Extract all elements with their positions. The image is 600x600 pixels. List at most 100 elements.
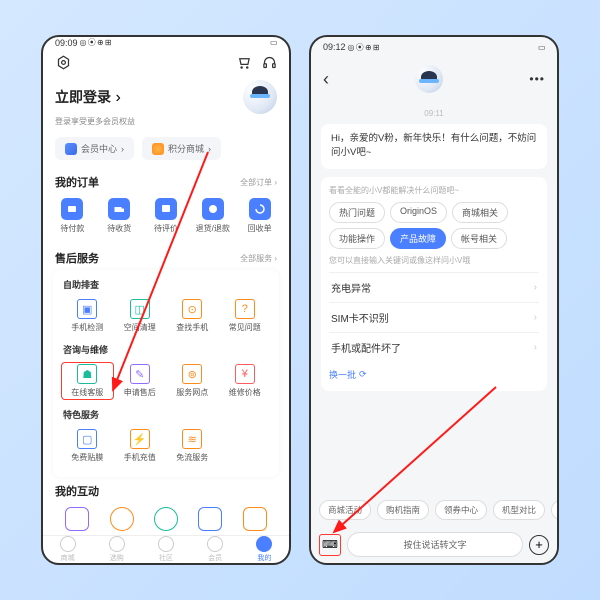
nav-shop[interactable]: 商城 <box>60 536 76 563</box>
chevron-right-icon: › <box>534 312 537 323</box>
item-phone-check[interactable]: ▣手机检测 <box>61 297 114 335</box>
chevron-right-icon: › <box>534 342 537 353</box>
tag-function[interactable]: 功能操作 <box>329 228 385 249</box>
interact-item-2[interactable] <box>110 507 134 531</box>
member-chips: 会员中心› 积分商城› <box>43 133 289 168</box>
interact-title: 我的互动 <box>55 483 99 499</box>
aftersale-card: 自助排查 ▣手机检测 ◫空间清理 ⊙查找手机 ?常见问题 咨询与维修 ☗在线客服… <box>53 270 279 477</box>
order-pending-review[interactable]: 待评价 <box>143 196 190 236</box>
phone-right: 09:12◎ ⦿ ⊕ ⊞ ▭ ‹ ••• 09:11 Hi，亲爱的V粉，新年快乐… <box>309 35 559 565</box>
suggest-row[interactable]: 商城活动 购机指南 领券中心 机型对比 以 <box>311 494 557 526</box>
tag-originos[interactable]: OriginOS <box>390 202 447 223</box>
battery-icon: ▭ <box>538 43 545 52</box>
keyboard-icon[interactable]: ⌨ <box>319 534 341 556</box>
headset-icon[interactable] <box>261 54 277 70</box>
suggest-compare[interactable]: 机型对比 <box>493 500 545 520</box>
voice-button[interactable]: 按住说话转文字 <box>347 532 523 557</box>
login-row[interactable]: 立即登录 › <box>43 76 289 116</box>
suggest-more[interactable]: 以 <box>551 500 557 520</box>
nav-mine[interactable]: 我的 <box>256 536 272 563</box>
item-apply-aftersale[interactable]: ✎申请售后 <box>114 362 167 400</box>
tag-hot[interactable]: 热门问题 <box>329 202 385 223</box>
phone-left: 09:09◎ ⦿ ⊕ ⊞ ▭ 立即登录 › 登录享受更多会员权益 会员中心› 积… <box>41 35 291 565</box>
item-online-service[interactable]: ☗在线客服 <box>61 362 114 400</box>
selfcheck-grid: ▣手机检测 ◫空间清理 ⊙查找手机 ?常见问题 <box>55 295 277 341</box>
option-charging[interactable]: 充电异常› <box>329 272 539 302</box>
login-subtitle: 登录享受更多会员权益 <box>43 116 289 133</box>
status-icons: ◎ ⦿ ⊕ ⊞ <box>348 42 380 53</box>
interact-header: 我的互动 <box>43 477 289 503</box>
item-free-data[interactable]: ≋免流服务 <box>166 427 219 465</box>
top-bar <box>43 48 289 76</box>
cart-icon[interactable] <box>235 54 251 70</box>
interact-item-5[interactable] <box>243 507 267 531</box>
aftersale-title: 售后服务 <box>55 250 99 266</box>
tag-mall[interactable]: 商城相关 <box>452 202 508 223</box>
suggest-coupon[interactable]: 领券中心 <box>435 500 487 520</box>
order-pending-pay[interactable]: 待付款 <box>49 196 96 236</box>
chat-timestamp: 09:11 <box>321 109 547 118</box>
nav-community[interactable]: 社区 <box>158 536 174 563</box>
status-time: 09:09 <box>55 38 78 48</box>
bot-avatar <box>415 65 443 93</box>
settings-icon[interactable] <box>55 54 71 70</box>
status-time: 09:12 <box>323 42 346 52</box>
tag-fault[interactable]: 产品故障 <box>390 228 446 249</box>
orders-title: 我的订单 <box>55 174 99 190</box>
bottom-nav: 商城 选购 社区 会员 我的 <box>43 535 289 563</box>
item-service-points[interactable]: ⊚服务网点 <box>166 362 219 400</box>
suggest-activity[interactable]: 商城活动 <box>319 500 371 520</box>
chevron-right-icon: › <box>115 89 120 106</box>
interact-item-3[interactable] <box>154 507 178 531</box>
back-icon[interactable]: ‹ <box>323 69 329 90</box>
item-recharge[interactable]: ⚡手机充值 <box>114 427 167 465</box>
tag-account[interactable]: 帐号相关 <box>451 228 507 249</box>
order-refund[interactable]: 退货/退款 <box>189 196 236 236</box>
orders-header: 我的订单 全部订单 › <box>43 168 289 194</box>
interact-row <box>43 503 289 535</box>
item-space-clean[interactable]: ◫空间清理 <box>114 297 167 335</box>
chevron-right-icon: › <box>534 282 537 293</box>
interact-item-1[interactable] <box>65 507 89 531</box>
option-sim[interactable]: SIM卡不识别› <box>329 302 539 332</box>
consult-grid: ☗在线客服 ✎申请售后 ⊚服务网点 ¥维修价格 <box>55 360 277 406</box>
refresh-button[interactable]: 换一批⟳ <box>329 362 539 383</box>
option-broken[interactable]: 手机或配件坏了› <box>329 332 539 362</box>
avatar[interactable] <box>243 80 277 114</box>
special-title: 特色服务 <box>55 406 277 425</box>
order-pending-receive[interactable]: 待收货 <box>96 196 143 236</box>
battery-icon: ▭ <box>270 38 277 47</box>
orders-more[interactable]: 全部订单 › <box>240 177 277 188</box>
suggest-guide[interactable]: 购机指南 <box>377 500 429 520</box>
greeting-bubble: Hi，亲爱的V粉，新年快乐！有什么问题，不妨问问小V吧~ <box>321 124 547 169</box>
item-repair-price[interactable]: ¥维修价格 <box>219 362 272 400</box>
input-bar: ⌨ 按住说话转文字 + <box>311 526 557 563</box>
plus-icon[interactable]: + <box>529 535 549 555</box>
nav-buy[interactable]: 选购 <box>109 536 125 563</box>
aftersale-header: 售后服务 全部服务 › <box>43 244 289 270</box>
special-grid: ▢免费贴膜 ⚡手机充值 ≋免流服务 <box>55 425 277 471</box>
status-bar: 09:12◎ ⦿ ⊕ ⊞ ▭ <box>311 37 557 57</box>
status-icons: ◎ ⦿ ⊕ ⊞ <box>80 37 112 48</box>
orders-grid: 待付款 待收货 待评价 退货/退款 回收单 <box>43 194 289 244</box>
options-bubble: 看看全能的小V都能解决什么问题吧~ 热门问题 OriginOS 商城相关 功能操… <box>321 177 547 391</box>
item-find-phone[interactable]: ⊙查找手机 <box>166 297 219 335</box>
hint-2: 您可以直接输入关键词或像这样问小V哦 <box>329 255 539 266</box>
interact-item-4[interactable] <box>198 507 222 531</box>
chat-body: 09:11 Hi，亲爱的V粉，新年快乐！有什么问题，不妨问问小V吧~ 看看全能的… <box>311 101 557 494</box>
order-recycle[interactable]: 回收单 <box>236 196 283 236</box>
coin-icon <box>152 143 164 155</box>
refresh-icon: ⟳ <box>359 369 367 380</box>
chip-points-mall[interactable]: 积分商城› <box>142 137 221 160</box>
login-title: 立即登录 <box>55 89 111 105</box>
item-free-film[interactable]: ▢免费贴膜 <box>61 427 114 465</box>
more-icon[interactable]: ••• <box>529 72 545 86</box>
aftersale-more[interactable]: 全部服务 › <box>240 253 277 264</box>
selfcheck-title: 自助排查 <box>55 276 277 295</box>
nav-member[interactable]: 会员 <box>207 536 223 563</box>
diamond-icon <box>65 143 77 155</box>
item-faq[interactable]: ?常见问题 <box>219 297 272 335</box>
status-bar: 09:09◎ ⦿ ⊕ ⊞ ▭ <box>43 37 289 48</box>
category-tags: 热门问题 OriginOS 商城相关 功能操作 产品故障 帐号相关 <box>329 202 539 249</box>
chip-member-center[interactable]: 会员中心› <box>55 137 134 160</box>
